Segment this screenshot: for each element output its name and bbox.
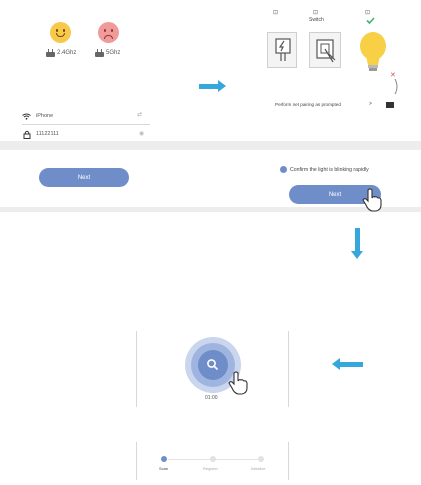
power-plug-tile xyxy=(267,32,297,68)
next-button[interactable]: Next xyxy=(39,168,129,187)
wifi-switch-icon[interactable]: ⇄ xyxy=(137,111,142,118)
power-plug-icon xyxy=(275,38,291,61)
search-icon xyxy=(207,359,219,371)
divider xyxy=(288,331,289,407)
panel-wifi-select: 2.4Ghz 5Ghz iPhone ⇄ 11122111 ◉ xyxy=(6,6,154,139)
divider xyxy=(136,442,137,480)
video-icon[interactable] xyxy=(386,102,394,108)
router-icon xyxy=(95,49,104,57)
step-label-register: Register xyxy=(203,466,218,471)
panel-steps: Scan Register Initialize xyxy=(136,442,289,480)
confirm-text: Confirm the light is blinking rapidly xyxy=(290,167,369,173)
divider xyxy=(288,442,289,480)
confirm-checkbox[interactable] xyxy=(280,166,287,173)
wifi-icon xyxy=(22,113,31,120)
lock-icon xyxy=(23,130,31,139)
password-field[interactable]: 11122111 xyxy=(36,131,59,137)
step-label-scan: Scan xyxy=(159,466,169,471)
pairing-instruction-link[interactable]: Perform net pairing as prompted xyxy=(275,102,341,107)
divider xyxy=(136,331,137,407)
sad-face-icon xyxy=(98,22,119,43)
lock-icon: ⊡ xyxy=(313,10,319,16)
divider xyxy=(22,124,150,125)
step-label-initialize: Initialize xyxy=(251,466,266,471)
happy-face-icon xyxy=(50,22,71,43)
chevron-right-icon[interactable]: > xyxy=(369,101,372,107)
wifi-name-field[interactable]: iPhone xyxy=(36,113,53,119)
panel-spacer xyxy=(160,152,244,207)
band-label-left: 2.4Ghz xyxy=(57,50,77,56)
divider xyxy=(0,207,421,212)
panel-wifi-select-bottom: Next xyxy=(6,152,154,207)
checkmark-icon xyxy=(366,17,375,24)
arrow-down-icon xyxy=(351,228,363,259)
close-icon: ✕ xyxy=(390,72,396,79)
arrow-left-icon xyxy=(332,358,363,370)
panel-pairing: ⊡ ⊡ Switch ⊡ ✕ Perform net pairing as pr… xyxy=(255,6,405,139)
switch-tile xyxy=(309,32,341,68)
router-icon xyxy=(46,49,55,57)
panel-searching: 01:00 xyxy=(136,331,289,407)
show-password-icon[interactable]: ◉ xyxy=(139,130,144,137)
switch-press-icon xyxy=(316,39,336,63)
panel-pairing-bottom: Confirm the light is blinking rapidly Ne… xyxy=(255,152,405,212)
light-bulb-icon xyxy=(360,32,386,71)
divider xyxy=(0,141,421,150)
hand-cursor-icon xyxy=(362,188,382,212)
cell-label-switch: Switch xyxy=(309,17,324,23)
step-dot-initialize xyxy=(258,456,264,462)
lock-icon: ⊡ xyxy=(365,10,371,16)
cable-icon xyxy=(394,79,398,95)
step-dot-scan xyxy=(161,456,167,462)
band-label-right: 5Ghz xyxy=(106,50,121,56)
timer-text: 01:00 xyxy=(205,395,218,401)
arrow-right-icon xyxy=(199,80,226,92)
lock-icon: ⊡ xyxy=(273,10,279,16)
hand-cursor-icon xyxy=(228,371,248,395)
step-dot-register xyxy=(210,456,216,462)
